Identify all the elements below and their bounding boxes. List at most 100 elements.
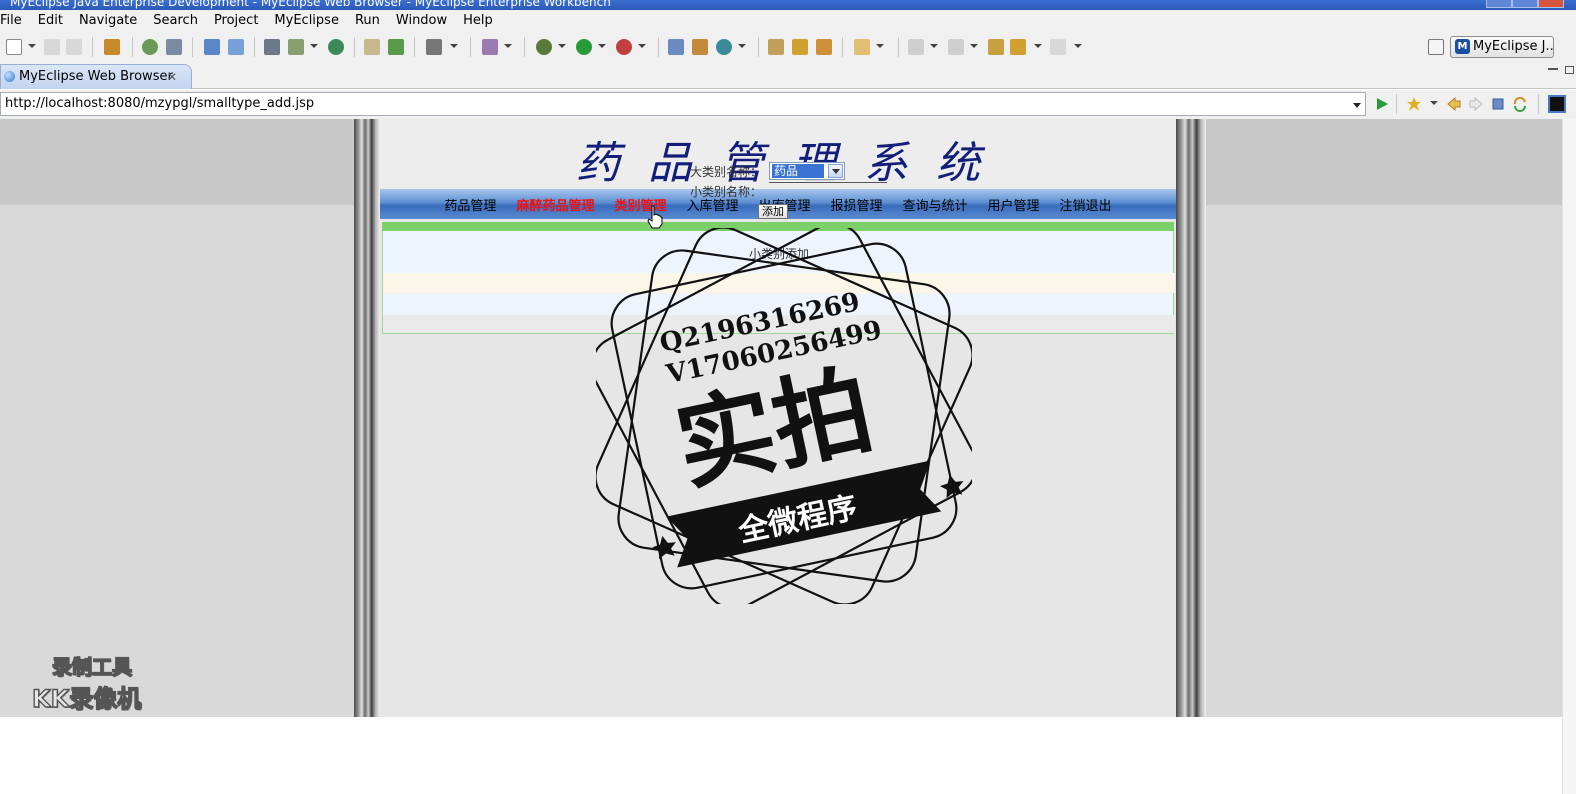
run-icon[interactable] <box>576 39 592 55</box>
hand-cursor-icon <box>647 205 663 229</box>
new-package-icon[interactable] <box>692 39 708 55</box>
minimize-window-button[interactable] <box>1486 0 1512 8</box>
menu-myeclipse[interactable]: MyEclipse <box>266 10 347 32</box>
favorites-dropdown-icon[interactable] <box>1430 101 1438 105</box>
prev-annotation-dropdown-icon[interactable] <box>970 44 978 48</box>
menu-edit[interactable]: Edit <box>30 10 71 32</box>
camera-icon[interactable] <box>426 39 442 55</box>
small-category-input[interactable] <box>769 182 887 183</box>
page-right-pillar <box>1176 119 1206 717</box>
task-dropdown-icon[interactable] <box>504 44 512 48</box>
nav-query-statistics[interactable]: 查询与统计 <box>893 195 978 214</box>
main-toolbar: M MyEclipse J... <box>0 32 1576 62</box>
globe-icon <box>4 71 15 82</box>
wizard-icon[interactable] <box>204 39 220 55</box>
menu-bar: File Edit Navigate Search Project MyEcli… <box>0 10 1576 32</box>
next-annotation-icon[interactable] <box>908 39 924 55</box>
task-icon[interactable] <box>482 39 498 55</box>
nav-drug-management[interactable]: 药品管理 <box>434 195 506 214</box>
server-icon[interactable] <box>166 39 182 55</box>
maximize-view-icon[interactable] <box>1565 66 1574 74</box>
new-class-icon[interactable] <box>668 39 684 55</box>
open-task-icon[interactable] <box>816 39 832 55</box>
save-icon[interactable] <box>44 39 60 55</box>
close-window-button[interactable] <box>1538 0 1564 8</box>
maximize-window-button[interactable] <box>1512 0 1538 8</box>
forward-dropdown-icon[interactable] <box>1074 44 1082 48</box>
debug-bug-icon[interactable] <box>142 39 158 55</box>
go-icon[interactable] <box>1374 96 1390 112</box>
package-icon[interactable] <box>104 39 120 55</box>
menu-file[interactable]: File <box>0 10 30 32</box>
menu-run[interactable]: Run <box>347 10 388 32</box>
browser-forward-icon[interactable] <box>1468 96 1484 112</box>
run-server-dropdown-icon[interactable] <box>310 44 318 48</box>
page-right-background <box>1206 119 1562 717</box>
window-title: MyEclipse Java Enterprise Development - … <box>10 0 611 9</box>
url-history-dropdown-icon[interactable] <box>1353 103 1361 108</box>
menu-window[interactable]: Window <box>388 10 455 32</box>
perspective-label: MyEclipse J... <box>1473 39 1554 54</box>
minimize-view-icon[interactable] <box>1548 68 1558 70</box>
menu-project[interactable]: Project <box>206 10 266 32</box>
prev-annotation-icon[interactable] <box>948 39 964 55</box>
nav-damage-report[interactable]: 报损管理 <box>821 195 893 214</box>
favorites-icon[interactable] <box>1406 96 1422 112</box>
pencil-icon[interactable] <box>792 39 808 55</box>
run-dropdown-icon[interactable] <box>598 44 606 48</box>
add-button[interactable]: 添加 <box>758 204 788 219</box>
menu-help[interactable]: Help <box>455 10 501 32</box>
nav-logout[interactable]: 注销退出 <box>1050 195 1122 214</box>
open-perspective-icon[interactable] <box>1428 39 1444 55</box>
run-server-icon[interactable] <box>288 39 304 55</box>
perspective-button[interactable]: M MyEclipse J... <box>1450 36 1554 58</box>
external-tools-dropdown-icon[interactable] <box>638 44 646 48</box>
globe-icon[interactable] <box>328 39 344 55</box>
nav-category-management[interactable]: 类别管理 <box>604 195 676 214</box>
viewport-blank-area <box>0 717 1576 794</box>
forward-icon[interactable] <box>1050 39 1066 55</box>
browser-address-bar: http://localhost:8080/mzypgl/smalltype_a… <box>0 90 1576 119</box>
refresh-page-icon[interactable] <box>1512 96 1528 112</box>
new-dropdown-icon[interactable] <box>28 44 36 48</box>
nav-user-management[interactable]: 用户管理 <box>978 195 1050 214</box>
last-edit-icon[interactable] <box>988 39 1004 55</box>
add-icon[interactable] <box>388 39 404 55</box>
browser-back-icon[interactable] <box>1446 96 1462 112</box>
form-row-submit <box>383 315 1175 333</box>
next-annotation-dropdown-icon[interactable] <box>930 44 938 48</box>
page-left-background <box>0 119 356 717</box>
stop-icon[interactable] <box>1490 96 1506 112</box>
refresh-dropdown-icon[interactable] <box>738 44 746 48</box>
big-category-selected: 药品 <box>772 164 824 178</box>
camera-dropdown-icon[interactable] <box>450 44 458 48</box>
menu-navigate[interactable]: Navigate <box>71 10 145 32</box>
refresh-icon[interactable] <box>716 39 732 55</box>
open-type-icon[interactable] <box>768 39 784 55</box>
folder-icon[interactable] <box>854 39 870 55</box>
open-folder-icon[interactable] <box>364 39 380 55</box>
debug-dropdown-icon[interactable] <box>558 44 566 48</box>
vertical-scrollbar[interactable] <box>1562 119 1576 794</box>
folder-dropdown-icon[interactable] <box>876 44 884 48</box>
print-icon[interactable] <box>66 39 82 55</box>
big-category-select[interactable]: 药品 <box>769 162 845 180</box>
myeclipse-logo-icon: M <box>1455 39 1470 54</box>
close-icon[interactable]: ✕ <box>167 65 177 89</box>
tab-web-browser[interactable]: MyEclipse Web Browser ✕ <box>0 64 192 89</box>
deploy-icon[interactable] <box>264 39 280 55</box>
menu-search[interactable]: Search <box>145 10 206 32</box>
small-category-label: 小类别名称： <box>690 185 763 199</box>
debug-icon[interactable] <box>536 39 552 55</box>
back-icon[interactable] <box>1010 39 1026 55</box>
nav-narcotic-drug-management[interactable]: 麻醉药品管理 <box>506 195 604 214</box>
external-tools-icon[interactable] <box>616 39 632 55</box>
form-row-big-category <box>383 273 1175 293</box>
new-icon[interactable] <box>6 39 22 55</box>
search-wizard-icon[interactable] <box>228 39 244 55</box>
console-icon[interactable] <box>1548 95 1566 113</box>
url-input[interactable]: http://localhost:8080/mzypgl/smalltype_a… <box>0 92 1366 116</box>
chevron-down-icon[interactable] <box>828 164 843 178</box>
back-dropdown-icon[interactable] <box>1034 44 1042 48</box>
page-left-pillar <box>354 119 380 717</box>
